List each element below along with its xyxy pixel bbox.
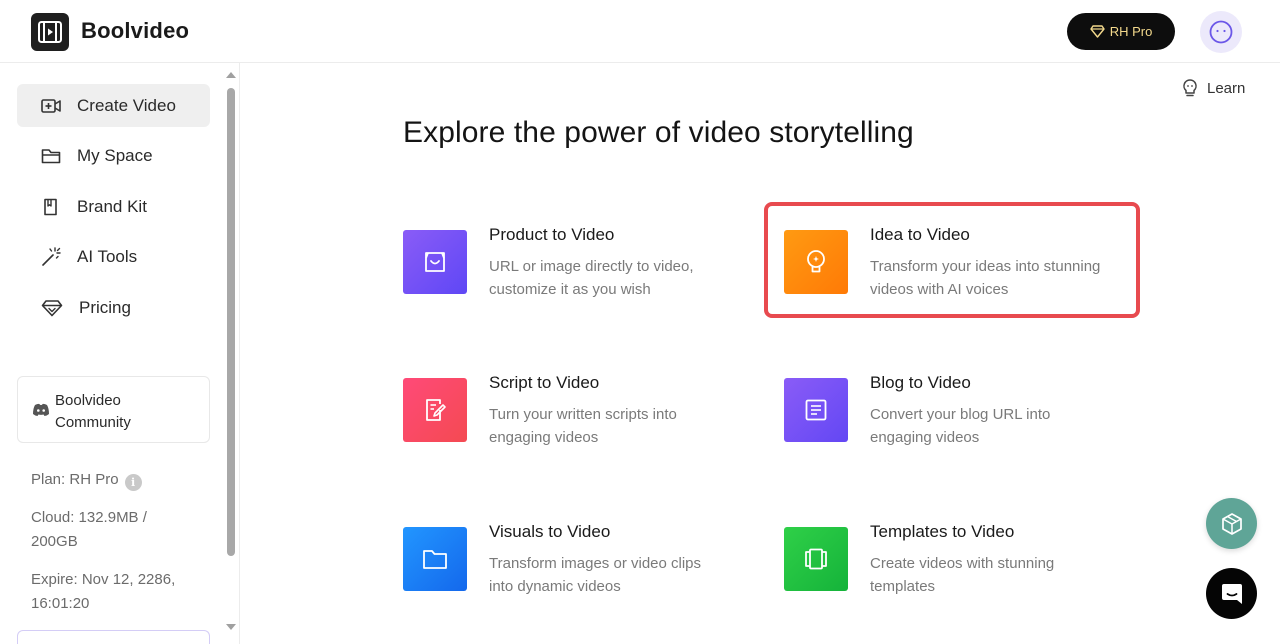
page-headline: Explore the power of video storytelling [403,116,914,149]
card-desc-line1: Transform your ideas into stunning [870,258,1101,275]
card-visuals-to-video[interactable]: Visuals to Video Transform images or vid… [403,522,743,617]
video-add-icon [41,98,61,113]
card-desc-line1: Convert your blog URL into [870,406,1051,423]
sidebar-item-create-video[interactable]: Create Video [17,84,210,127]
card-templates-to-video[interactable]: Templates to Video Create videos with st… [784,522,1124,617]
sidebar-item-label: AI Tools [77,246,138,266]
folder-icon [423,550,447,569]
learn-link[interactable]: Learn [1181,78,1245,98]
plan-label: Plan: RH Pro [31,471,119,488]
community-label-line1: Boolvideo [55,392,121,409]
card-tile [784,527,848,591]
sidebar-item-label: Create Video [77,95,176,115]
card-tile [403,230,467,294]
card-description: Transform your ideas into stunning video… [870,255,1120,301]
card-desc-line2: customize it as you wish [489,281,651,298]
card-desc-line1: Create videos with stunning [870,555,1055,572]
sidebar: Create Video My Space Brand Kit AI Tools [0,63,240,644]
film-frames-icon [805,548,827,570]
card-idea-to-video[interactable]: Idea to Video Transform your ideas into … [784,225,1124,320]
card-description: Convert your blog URL into engaging vide… [870,403,1120,449]
shopping-bag-icon [425,252,445,272]
lightbulb-icon [1183,79,1197,97]
top-header: Boolvideo RH Pro [0,0,1280,63]
community-label-line2: Community [55,414,131,431]
boolvideo-logo-icon[interactable] [31,13,69,51]
card-title: Templates to Video [870,522,1015,541]
rh-pro-label: RH Pro [1109,24,1153,39]
card-desc-line2: engaging videos [870,429,980,446]
user-avatar[interactable] [1200,11,1242,53]
card-desc-line1: Transform images or video clips [489,555,702,572]
diamond-icon [1089,25,1105,38]
expire-line1: Expire: Nov 12, 2286, [31,571,176,588]
discord-icon [33,403,49,416]
card-tile [403,378,467,442]
scroll-down-arrow-icon[interactable] [226,624,236,630]
card-title: Visuals to Video [489,522,611,541]
card-desc-line2: templates [870,578,936,595]
script-edit-icon [426,399,446,421]
card-title: Product to Video [489,225,615,244]
learn-label: Learn [1207,79,1246,97]
rh-pro-button[interactable]: RH Pro [1067,13,1175,50]
card-desc-line1: Turn your written scripts into [489,406,677,423]
sidebar-item-my-space[interactable]: My Space [17,134,210,177]
card-desc-line2: videos with AI voices [870,281,1009,298]
chat-bubble-icon [1221,583,1242,604]
community-button[interactable]: Boolvideo Community [17,376,210,443]
card-blog-to-video[interactable]: Blog to Video Convert your blog URL into… [784,373,1124,468]
scroll-up-arrow-icon[interactable] [226,72,236,78]
folder-icon [41,148,61,163]
expire-line2: 16:01:20 [31,595,90,612]
cube-icon [1221,512,1242,535]
chat-button[interactable] [1206,568,1257,619]
document-icon [805,399,827,421]
book-icon [44,198,57,215]
sidebar-item-pricing[interactable]: Pricing [17,286,210,329]
sidebar-item-label: Pricing [79,297,131,317]
card-desc-line2: engaging videos [489,429,599,446]
sidebar-item-ai-tools[interactable]: AI Tools [17,235,210,278]
card-product-to-video[interactable]: Product to Video URL or image directly t… [403,225,743,320]
card-script-to-video[interactable]: Script to Video Turn your written script… [403,373,743,468]
card-description: Transform images or video clips into dyn… [489,552,739,598]
card-desc-line2: into dynamic videos [489,578,621,595]
sidebar-item-label: My Space [77,145,153,165]
magic-wand-icon [42,246,61,266]
card-description: Turn your written scripts into engaging … [489,403,739,449]
card-title: Blog to Video [870,373,971,392]
assistant-button[interactable] [1206,498,1257,549]
card-tile [403,527,467,591]
smiley-icon [1209,20,1233,44]
card-description: URL or image directly to video, customiz… [489,255,739,301]
card-title: Script to Video [489,373,600,392]
card-tile [784,378,848,442]
sidebar-item-brand-kit[interactable]: Brand Kit [17,185,210,228]
card-tile [784,230,848,294]
cloud-storage-line2: 200GB [31,533,78,550]
info-icon[interactable]: i [124,474,142,491]
brand-name[interactable]: Boolvideo [81,18,189,44]
sidebar-bottom-button[interactable] [17,630,210,644]
card-desc-line1: URL or image directly to video, [489,258,694,275]
plan-text: Plan: RH Pro i [31,468,142,492]
card-title: Idea to Video [870,225,970,244]
lightbulb-icon [807,250,825,273]
diamond-icon [41,299,63,316]
sidebar-item-label: Brand Kit [77,196,147,216]
cloud-storage-line1: Cloud: 132.9MB / [31,509,147,526]
card-description: Create videos with stunning templates [870,552,1120,598]
sidebar-scrollbar-thumb[interactable] [227,88,235,556]
